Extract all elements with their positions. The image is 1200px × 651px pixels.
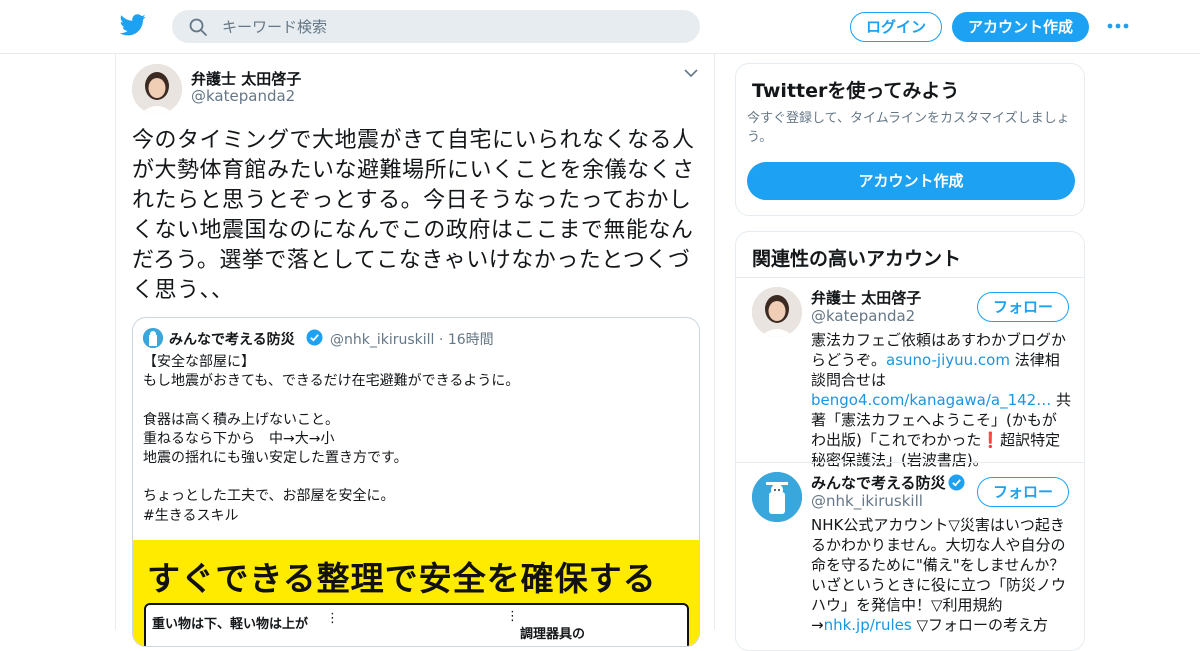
quoted-time: 16時間 (447, 332, 494, 348)
related-account-item: みんなで考える防災 @nhk_ikiruskill フォロー NHK公式アカウン… (736, 462, 1084, 650)
image-panel: 重い物は下、軽い物は上が ⋮ ⋮ 調理器具の (144, 603, 689, 646)
account-name[interactable]: みんなで考える防災 (811, 472, 946, 493)
more-icon[interactable] (1106, 20, 1130, 32)
quoted-author-name: みんなで考える防災 (169, 332, 295, 348)
bio-link[interactable]: asuno-jiyuu.com (886, 351, 1010, 369)
bio-text: ▽フォローの考え方 (911, 616, 1048, 634)
bio-link[interactable]: bengo4.com/kanagawa/a_142… (811, 391, 1051, 409)
quoted-author-handle: @nhk_ikiruskill · 16時間 (330, 329, 494, 349)
quoted-tweet[interactable]: みんなで考える防災 @nhk_ikiruskill · 16時間 【安全な部屋に… (132, 317, 700, 647)
image-dotted-divider: ⋮ (506, 609, 519, 624)
image-headline: すぐできる整理で安全を確保する (147, 559, 657, 598)
follow-button[interactable]: フォロー (977, 477, 1069, 507)
related-title: 関連性の高いアカウント (752, 248, 962, 270)
promo-description: 今すぐ登録して、タイムラインをカスタマイズしましょう。 (747, 111, 1070, 145)
avatar[interactable] (752, 472, 802, 522)
avatar[interactable] (752, 287, 802, 337)
quoted-tweet-text: 【安全な部屋に】 もし地震がおきても、できるだけ在宅避難ができるように。 食器は… (143, 354, 520, 524)
tweet-text: 今のタイミングで大地震がきて自宅にいられなくなる人が大勢体育館みたいな避難場所に… (132, 128, 695, 303)
account-bio: NHK公式アカウント▽災害はいつ起きるかわかりません。大切な人や自分の命を守るた… (811, 515, 1071, 635)
author-photo (132, 64, 182, 114)
bio-link[interactable]: nhk.jp/rules (824, 616, 912, 634)
chevron-down-icon[interactable] (684, 68, 698, 78)
tweet-author-name[interactable]: 弁護士 太田啓子 (191, 68, 301, 89)
quoted-avatar (143, 328, 163, 348)
verified-badge-icon (306, 329, 323, 346)
image-panel-right-text: 調理器具の (520, 627, 586, 642)
signup-button[interactable]: アカウント作成 (952, 12, 1089, 42)
account-handle[interactable]: @katepanda2 (811, 307, 915, 325)
related-accounts-card: 関連性の高いアカウント 弁護士 太田啓子 @katepanda2 フォロー 憲法… (735, 231, 1085, 651)
account-photo (752, 472, 802, 522)
quoted-handle-text: @nhk_ikiruskill (330, 332, 435, 348)
account-name[interactable]: 弁護士 太田啓子 (811, 287, 921, 308)
follow-button[interactable]: フォロー (977, 292, 1069, 322)
promo-title: Twitterを使ってみよう (752, 80, 960, 102)
search-input[interactable] (222, 16, 682, 38)
promo-signup-button[interactable]: アカウント作成 (747, 162, 1075, 200)
related-account-item: 弁護士 太田啓子 @katepanda2 フォロー 憲法カフェご依頼はあすわかブ… (736, 277, 1084, 469)
account-bio: 憲法カフェご依頼はあすわかブログからどうぞ。asuno-jiyuu.com 法律… (811, 330, 1071, 470)
account-handle[interactable]: @nhk_ikiruskill (811, 492, 923, 510)
verified-badge-icon (948, 474, 965, 491)
avatar[interactable] (132, 64, 182, 114)
account-photo (752, 287, 802, 337)
image-dotted-divider: ⋮ (326, 611, 339, 626)
search-box[interactable] (172, 10, 700, 43)
top-bar: ログイン アカウント作成 (0, 0, 1200, 54)
image-panel-left-text: 重い物は下、軽い物は上が (152, 617, 309, 632)
exclamation-emoji: ❗ (981, 431, 1001, 449)
tweet-author-handle[interactable]: @katepanda2 (191, 87, 295, 105)
twitter-logo-icon[interactable] (120, 14, 146, 36)
separator-dot: · (438, 332, 444, 348)
tweet-detail: 弁護士 太田啓子 @katepanda2 今のタイミングで大地震がきて自宅にいら… (115, 54, 715, 647)
login-button[interactable]: ログイン (850, 12, 942, 42)
quoted-media-image[interactable]: すぐできる整理で安全を確保する 重い物は下、軽い物は上が ⋮ ⋮ 調理器具の (133, 540, 699, 646)
signup-promo-card: Twitterを使ってみよう 今すぐ登録して、タイムラインをカスタマイズしましょ… (735, 63, 1085, 216)
search-icon (189, 18, 207, 36)
